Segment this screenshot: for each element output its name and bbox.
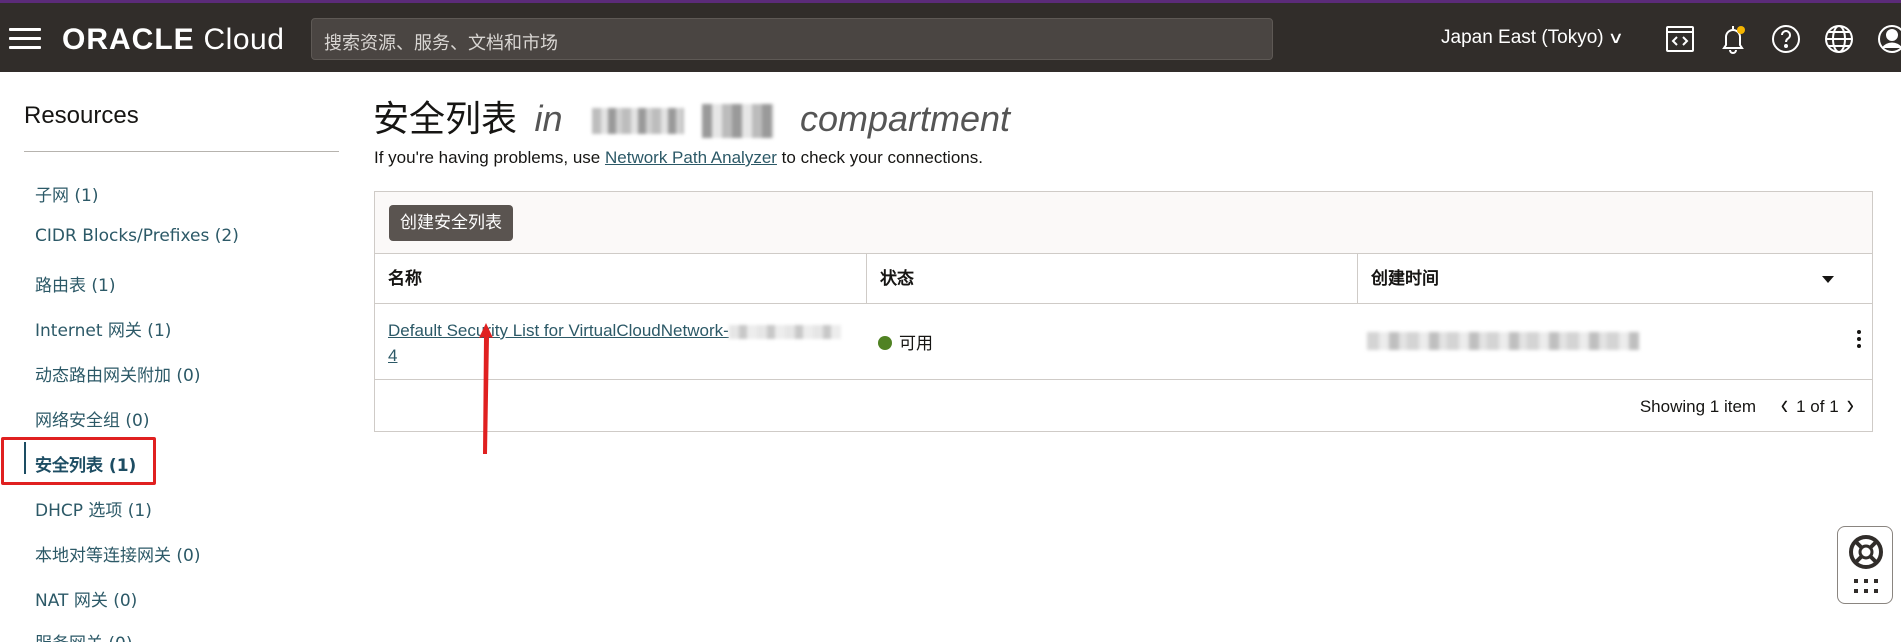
resources-heading: Resources xyxy=(24,102,139,129)
redacted-compartment-name xyxy=(591,108,684,134)
page-title-text: 安全列表 xyxy=(373,99,518,140)
next-page-icon[interactable]: › xyxy=(1847,388,1854,422)
chevron-down-icon: ∨ xyxy=(1607,30,1624,47)
sidebar-item-internet-gateways[interactable]: Internet 网关 (1) xyxy=(35,316,171,341)
status-text: 可用 xyxy=(899,334,933,354)
sidebar-item-nat-gateways[interactable]: NAT 网关 (0) xyxy=(35,586,137,611)
create-security-list-button[interactable]: 创建安全列表 xyxy=(389,205,513,241)
pagination-page: 1 of 1 xyxy=(1796,397,1839,416)
help-suffix: to check your connections. xyxy=(776,148,983,167)
table-toolbar: 创建安全列表 xyxy=(375,192,1872,254)
notifications-bell-icon[interactable] xyxy=(1717,23,1749,55)
resources-sidebar: Resources 子网 (1) CIDR Blocks/Prefixes (2… xyxy=(0,72,360,642)
security-lists-table-panel: 创建安全列表 名称 状态 创建时间 Default Security List … xyxy=(374,191,1873,432)
page-title: 安全列表 in compartment xyxy=(373,90,1010,142)
status-available-dot-icon xyxy=(878,336,892,350)
security-list-name-part2: 4 xyxy=(388,346,398,365)
security-list-name-link[interactable]: Default Security List for VirtualCloudNe… xyxy=(388,318,858,368)
sidebar-item-network-security-groups[interactable]: 网络安全组 (0) xyxy=(35,406,149,431)
logo-brand: ORACLE xyxy=(62,23,195,56)
oracle-cloud-logo[interactable]: ORACLE Cloud xyxy=(62,23,284,57)
pagination: Showing 1 item ‹ 1 of 1 › xyxy=(1639,388,1862,421)
sidebar-item-drg-attachments[interactable]: 动态路由网关附加 (0) xyxy=(35,361,200,386)
row-actions-menu-icon[interactable] xyxy=(1854,330,1864,354)
region-selector[interactable]: Japan East (Tokyo) ∨ xyxy=(1441,27,1624,49)
menu-icon[interactable] xyxy=(9,28,41,50)
page-title-compartment: compartment xyxy=(799,98,1011,139)
sort-desc-icon[interactable] xyxy=(1822,276,1834,283)
lifebuoy-icon xyxy=(1849,535,1883,593)
prev-page-icon[interactable]: ‹ xyxy=(1781,388,1788,422)
divider xyxy=(24,151,339,152)
region-label: Japan East (Tokyo) xyxy=(1441,27,1604,48)
column-header-created[interactable]: 创建时间 xyxy=(1357,254,1872,304)
redacted-vcn-name xyxy=(728,324,841,339)
redacted-compartment-name-2 xyxy=(701,104,774,138)
redacted-created-time xyxy=(1367,332,1639,350)
table-row: Default Security List for VirtualCloudNe… xyxy=(375,304,1872,380)
search-input[interactable]: 搜索资源、服务、文档和市场 xyxy=(311,18,1273,60)
sidebar-item-subnets[interactable]: 子网 (1) xyxy=(35,181,98,206)
sidebar-item-service-gateways[interactable]: 服务网关 (0) xyxy=(35,629,132,642)
column-header-name[interactable]: 名称 xyxy=(375,254,866,304)
status-cell: 可用 xyxy=(878,329,933,354)
annotation-highlight-box xyxy=(1,437,156,485)
table-header: 名称 状态 创建时间 xyxy=(375,254,1872,304)
help-lifebuoy-widget[interactable] xyxy=(1837,526,1893,604)
top-navigation-bar: ORACLE Cloud 搜索资源、服务、文档和市场 Japan East (T… xyxy=(0,0,1901,72)
sidebar-item-local-peering-gateways[interactable]: 本地对等连接网关 (0) xyxy=(35,541,200,566)
logo-product: Cloud xyxy=(203,23,285,56)
help-prefix: If you're having problems, use xyxy=(374,148,605,167)
profile-avatar-icon[interactable] xyxy=(1876,23,1901,55)
help-text: If you're having problems, use Network P… xyxy=(374,148,983,168)
language-globe-icon[interactable] xyxy=(1823,23,1855,55)
pagination-showing: Showing 1 item xyxy=(1639,397,1757,416)
security-list-name-part1: Default Security List for VirtualCloudNe… xyxy=(388,321,729,340)
cloud-shell-icon[interactable] xyxy=(1664,23,1696,55)
page-title-in: in xyxy=(534,98,563,139)
sidebar-item-cidr-blocks[interactable]: CIDR Blocks/Prefixes (2) xyxy=(35,226,239,246)
help-question-icon[interactable] xyxy=(1770,23,1802,55)
sidebar-item-dhcp-options[interactable]: DHCP 选项 (1) xyxy=(35,496,152,521)
annotation-arrow-icon xyxy=(479,323,493,454)
column-header-status[interactable]: 状态 xyxy=(866,254,1357,304)
sidebar-item-route-tables[interactable]: 路由表 (1) xyxy=(35,271,115,296)
network-path-analyzer-link[interactable]: Network Path Analyzer xyxy=(605,148,777,167)
